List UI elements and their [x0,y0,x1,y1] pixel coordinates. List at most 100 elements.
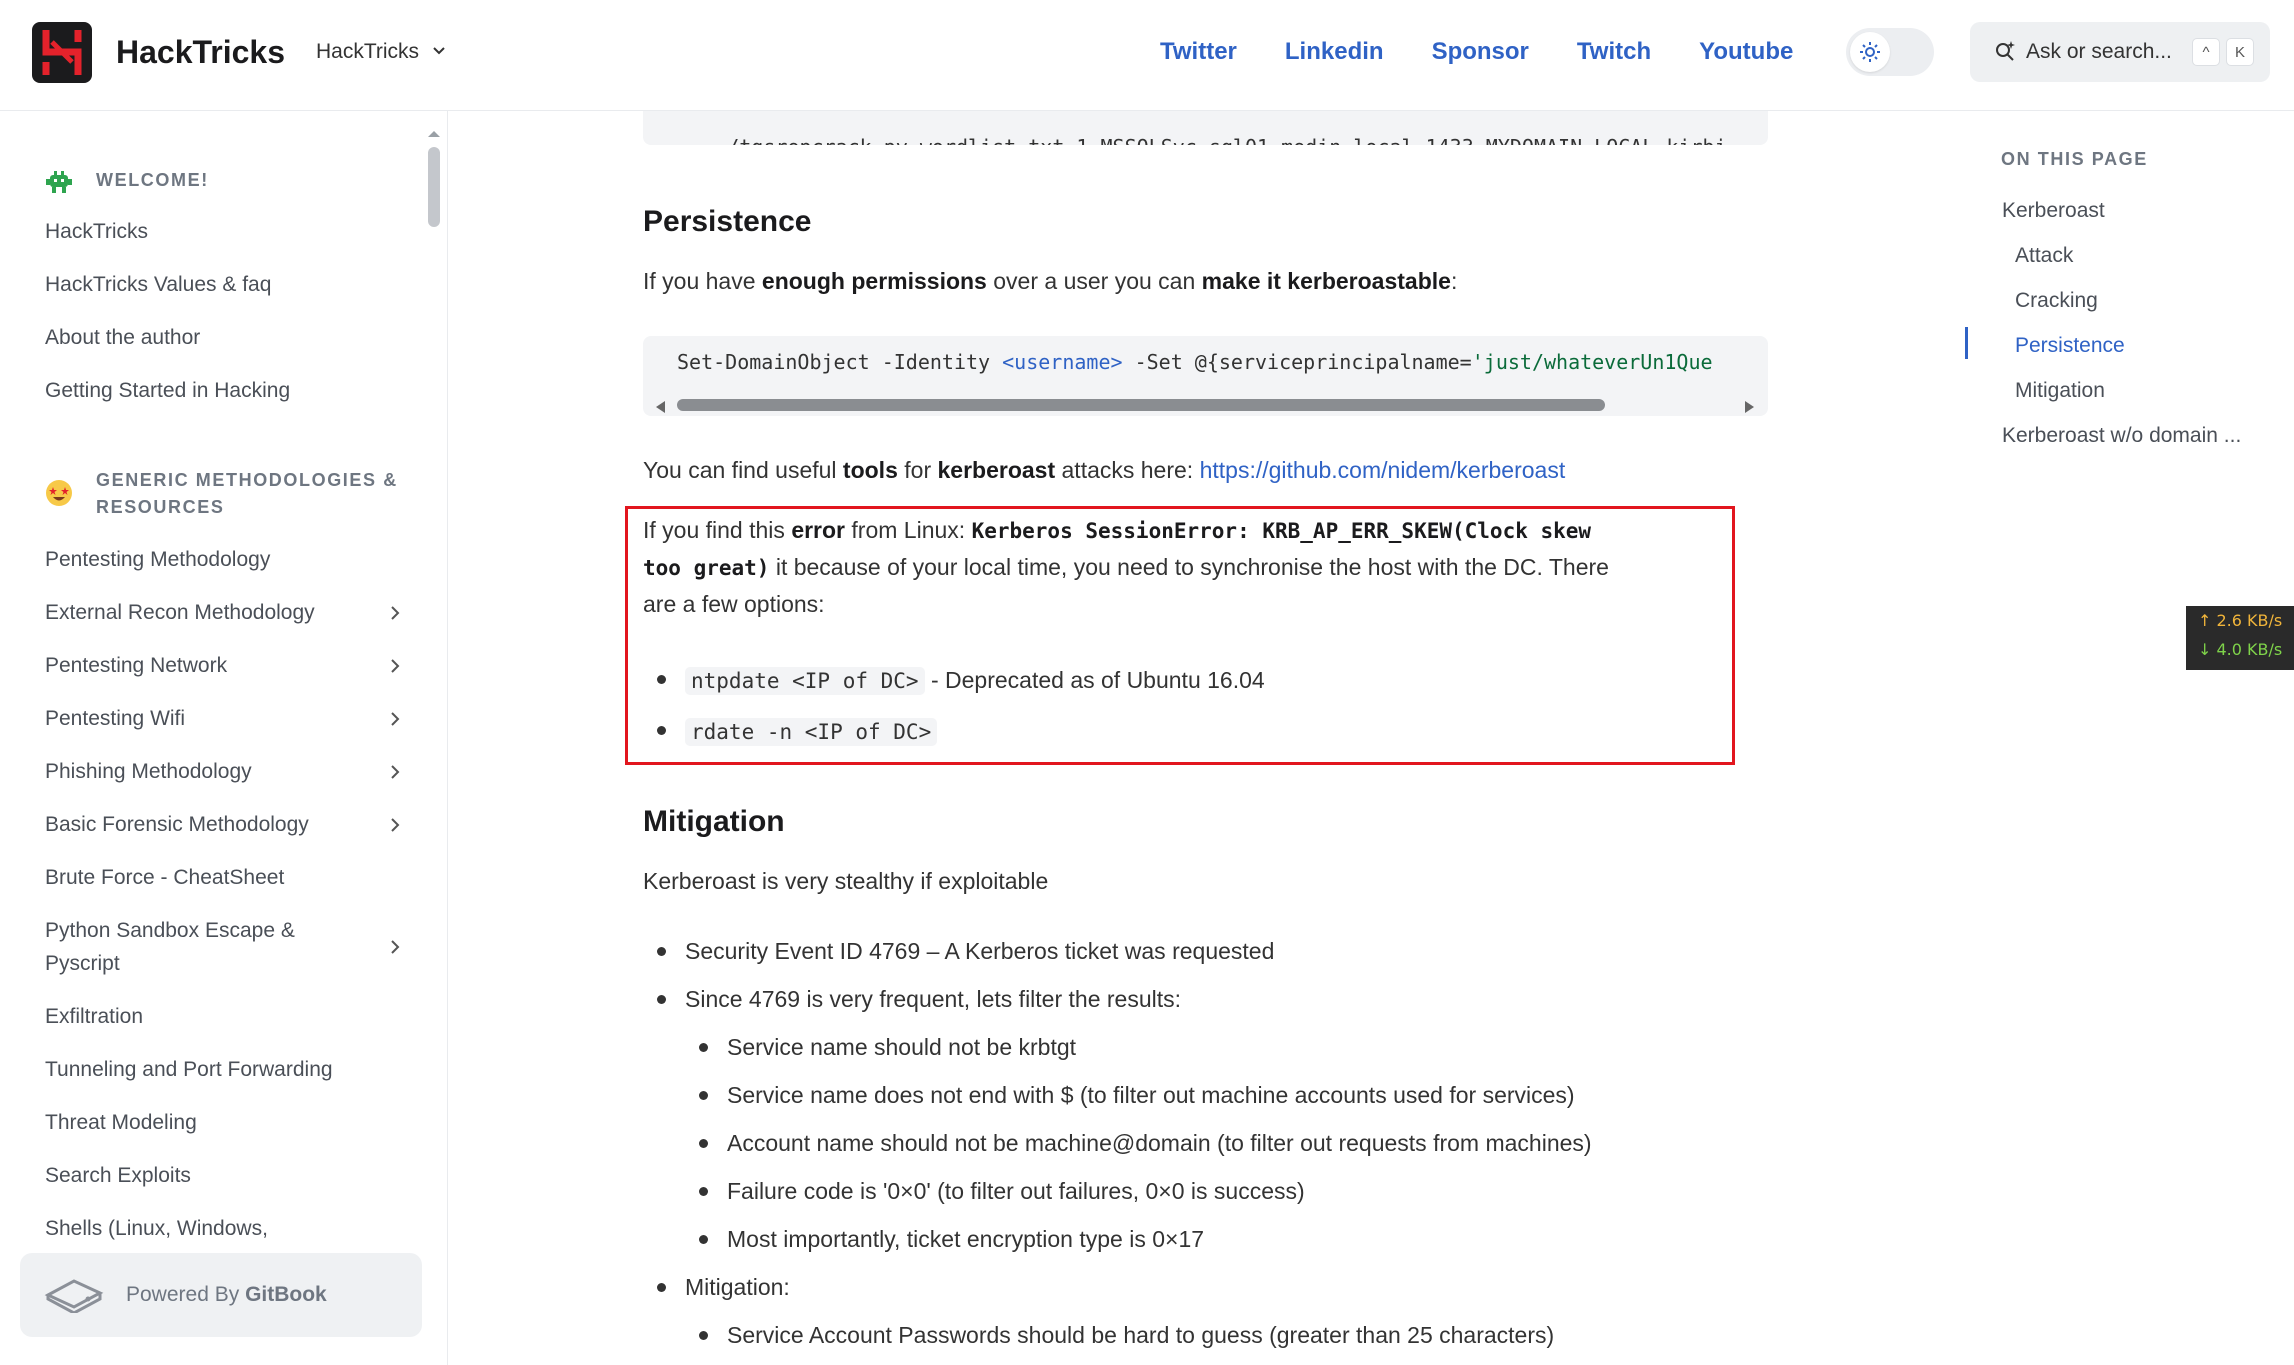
powered-by-gitbook[interactable]: Powered By GitBook [20,1253,422,1337]
hacktricks-logo[interactable] [32,22,92,83]
sidebar-item-label: Exfiltration [45,1005,144,1028]
gitbook-icon [44,1273,104,1318]
sidebar-item-values-faq[interactable]: HackTricks Values & faq [45,268,405,301]
sidebar-section-welcome: WELCOME! [44,167,209,202]
chevron-right-icon[interactable] [385,762,405,782]
sidebar-section-title: WELCOME! [96,170,209,190]
search-input[interactable]: Ask or search... ^ K [1970,22,2270,82]
list-item: Most importantly, ticket encryption type… [643,1215,1592,1263]
sidebar-item-pentesting-network[interactable]: Pentesting Network [45,649,405,682]
nav-link-sponsor[interactable]: Sponsor [1432,34,1529,70]
nav-link-linkedin[interactable]: Linkedin [1285,34,1384,70]
site-title[interactable]: HackTricks [116,31,285,73]
sidebar-item-label: Pentesting Wifi [45,707,186,730]
chevron-right-icon[interactable] [385,815,405,835]
chevron-right-icon[interactable] [385,937,405,957]
persistence-paragraph: If you have enough permissions over a us… [643,268,1458,294]
nav-link-youtube[interactable]: Youtube [1699,34,1793,70]
sun-icon [1850,32,1890,72]
toc-item-cracking[interactable]: Cracking [2015,286,2098,316]
top-header: HackTricks HackTricks Twitter Linkedin S… [0,0,2294,111]
code-text: Set-DomainObject -Identity <username> -S… [677,350,1713,374]
chevron-right-icon[interactable] [385,709,405,729]
sidebar-item-search-exploits[interactable]: Search Exploits [45,1159,405,1192]
sidebar-item-hacktricks[interactable]: HackTricks [45,215,405,248]
sidebar-item-python-sandbox[interactable]: Python Sandbox Escape & Pyscript [45,914,405,980]
sidebar-item-pentesting-methodology[interactable]: Pentesting Methodology [45,543,405,576]
sidebar-item-phishing-methodology[interactable]: Phishing Methodology [45,755,405,788]
toc-item-kerberoast[interactable]: Kerberoast [2002,196,2105,226]
sidebar-item-shells[interactable]: Shells (Linux, Windows, [45,1212,405,1245]
sidebar: WELCOME! HackTricks HackTricks Values & … [0,111,448,1365]
tools-paragraph: You can find useful tools for kerberoast… [643,457,1566,483]
alien-icon [44,167,74,202]
list-item: Failure code is '0×0' (to filter out fai… [643,1167,1592,1215]
scroll-left-icon[interactable] [653,396,667,416]
chevron-right-icon[interactable] [385,603,405,623]
list-item: Service name should not be krbtgt [643,1023,1592,1071]
nav-link-twitch[interactable]: Twitch [1577,34,1651,70]
kerberoast-github-link[interactable]: https://github.com/nidem/kerberoast [1200,457,1566,483]
space-switcher-label: HackTricks [316,40,420,63]
list-item: Mitigation: [643,1263,790,1311]
powered-by-prefix: Powered By [126,1283,246,1306]
sidebar-item-label: Phishing Methodology [45,760,252,783]
scroll-right-icon[interactable] [1743,396,1757,416]
sidebar-scroll-thumb[interactable] [428,147,440,227]
download-speed: ↓ 4.0 KB/s [2198,640,2283,659]
kbd-ctrl: ^ [2192,38,2220,66]
sidebar-item-tunneling[interactable]: Tunneling and Port Forwarding [45,1053,405,1086]
sidebar-scrollbar[interactable] [424,123,444,1123]
code-scroll-thumb[interactable] [677,399,1605,411]
toc-item-persistence[interactable]: Persistence [2015,331,2125,361]
nav-link-twitter[interactable]: Twitter [1160,34,1237,70]
theme-toggle[interactable] [1846,28,1934,76]
toc-item-mitigation[interactable]: Mitigation [2015,376,2105,406]
code-text: ./tgsrepcrack.py wordlist.txt 1-MSSQLSvc… [715,135,1726,145]
sidebar-item-brute-force[interactable]: Brute Force - CheatSheet [45,861,405,894]
sidebar-item-label: Brute Force - CheatSheet [45,866,285,889]
sidebar-section-title-line1: GENERIC METHODOLOGIES & [96,470,398,490]
mitigation-filter-sublist: Service name should not be krbtgt Servic… [643,1023,1592,1263]
sidebar-item-exfiltration[interactable]: Exfiltration [45,1000,405,1033]
sidebar-item-label: Python Sandbox Escape & Pyscript [45,914,295,980]
list-item: Security Event ID 4769 – A Kerberos tick… [643,927,1274,975]
sidebar-item-external-recon[interactable]: External Recon Methodology [45,596,405,629]
highlight-annotation-box [625,506,1735,765]
sidebar-item-label-line2: Pyscript [45,952,120,975]
search-placeholder: Ask or search... [2026,40,2172,63]
powered-by-label: Powered By GitBook [126,1283,327,1307]
top-nav: Twitter Linkedin Sponsor Twitch Youtube [1160,34,1793,70]
list-item: Service name does not end with $ (to fil… [643,1071,1592,1119]
sidebar-item-getting-started[interactable]: Getting Started in Hacking [45,374,405,407]
star-struck-emoji-icon [44,478,74,513]
sidebar-item-label: External Recon Methodology [45,601,315,624]
chevron-down-icon [431,37,447,67]
toc-item-attack[interactable]: Attack [2015,241,2073,271]
search-sparkle-icon [1994,39,2016,66]
space-switcher[interactable]: HackTricks [316,37,447,67]
sidebar-item-label: Tunneling and Port Forwarding [45,1058,333,1081]
kbd-k: K [2226,38,2254,66]
toc-title: ON THIS PAGE [2001,149,2148,169]
sidebar-section-generic: GENERIC METHODOLOGIES & RESOURCES [44,467,398,521]
list-item: Since 4769 is very frequent, lets filter… [643,975,1274,1023]
network-speed-widget: ↑ 2.6 KB/s ↓ 4.0 KB/s [2186,606,2294,670]
toc-item-kerberoast-wo-domain[interactable]: Kerberoast w/o domain ... [2002,421,2241,451]
mitigation-paragraph: Kerberoast is very stealthy if exploitab… [643,868,1049,894]
list-item: Account name should not be machine@domai… [643,1119,1592,1167]
chevron-right-icon[interactable] [385,656,405,676]
sidebar-item-about-author[interactable]: About the author [45,321,405,354]
sidebar-item-basic-forensic[interactable]: Basic Forensic Methodology [45,808,405,841]
sidebar-item-label: Shells (Linux, Windows, [45,1217,268,1240]
sidebar-section-title: GENERIC METHODOLOGIES & RESOURCES [96,467,398,521]
sidebar-item-label: Pentesting Network [45,654,228,677]
sidebar-item-threat-modeling[interactable]: Threat Modeling [45,1106,405,1139]
mitigation-list: Security Event ID 4769 – A Kerberos tick… [643,927,1274,1023]
sidebar-item-pentesting-wifi[interactable]: Pentesting Wifi [45,702,405,735]
sidebar-item-label: Search Exploits [45,1164,191,1187]
code-block-set-domainobject[interactable]: Set-DomainObject -Identity <username> -S… [643,336,1768,416]
code-block-tgsrepcrack[interactable]: ./tgsrepcrack.py wordlist.txt 1-MSSQLSvc… [643,111,1768,145]
sidebar-item-label: HackTricks [45,220,149,243]
sidebar-item-label-line1: Python Sandbox Escape & [45,919,295,942]
